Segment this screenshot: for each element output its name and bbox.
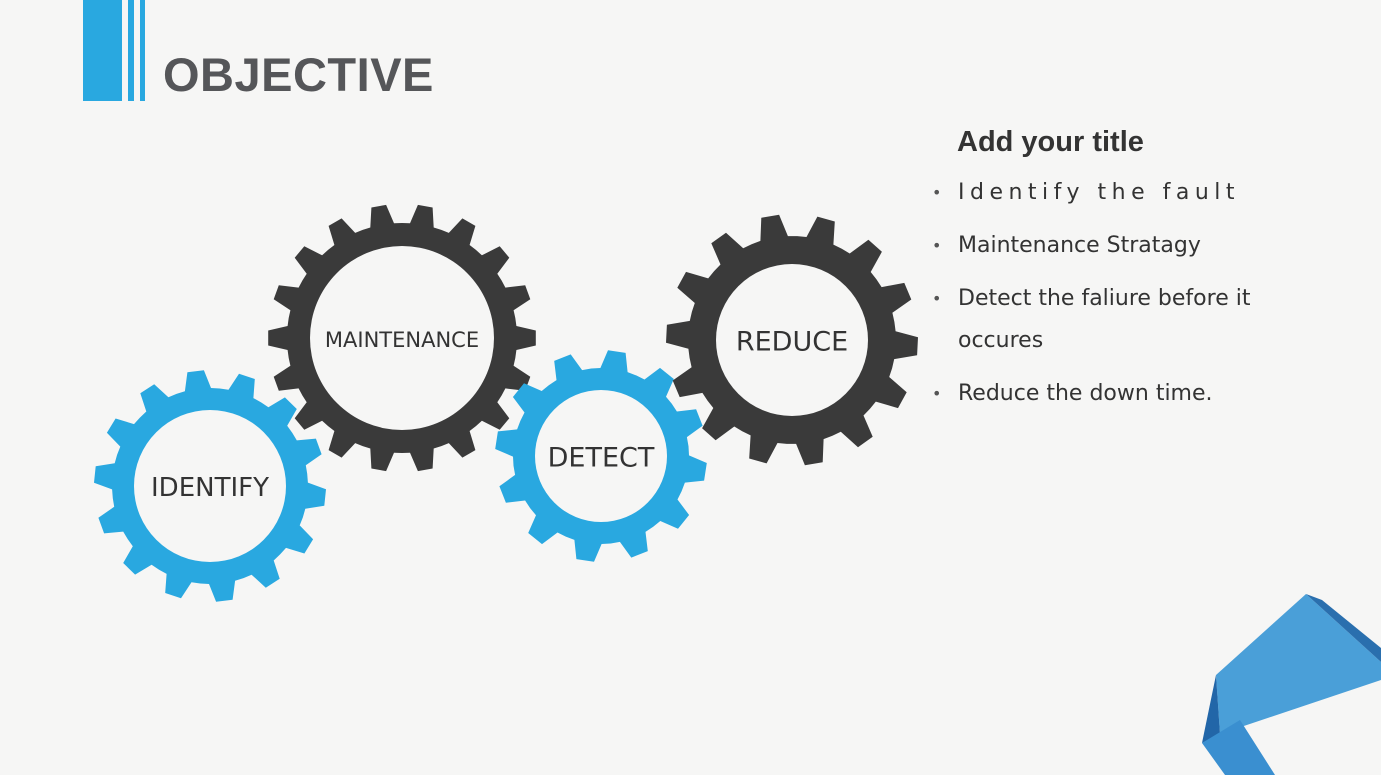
info-title: Add your title	[957, 126, 1144, 158]
bullet-dot-icon: •	[932, 183, 942, 202]
bullet-text: Detect the faliure before it occures	[958, 286, 1251, 353]
info-panel: Add your title • Identify the fault • Ma…	[930, 122, 1270, 426]
bullet-list: • Identify the fault • Maintenance Strat…	[930, 172, 1270, 415]
gear-maintenance-label: MAINTENANCE	[325, 328, 479, 352]
bullet-text: Maintenance Stratagy	[958, 233, 1201, 258]
gear-maintenance: MAINTENANCE	[268, 204, 536, 472]
bullet-dot-icon: •	[932, 384, 942, 403]
gear-identify-label: IDENTIFY	[151, 473, 269, 503]
gear-reduce: REDUCE	[666, 214, 918, 466]
gear-detect-label: DETECT	[548, 443, 655, 474]
bullet-dot-icon: •	[932, 236, 942, 255]
bullet-dot-icon: •	[932, 289, 942, 308]
gear-reduce-label: REDUCE	[736, 327, 848, 358]
slide: OBJECTIVE IDENTIFY MAINTENANCE DETECT RE…	[0, 0, 1381, 775]
bullet-item: • Detect the faliure before it occures	[930, 278, 1270, 362]
bullet-item: • Identify the fault	[930, 172, 1270, 214]
bullet-text: Reduce the down time.	[958, 381, 1213, 406]
ribbon-face-light	[1216, 594, 1381, 734]
corner-ribbon-decoration	[1202, 594, 1381, 775]
bullet-item: • Maintenance Stratagy	[930, 225, 1270, 267]
bullet-item: • Reduce the down time.	[930, 373, 1270, 415]
bullet-text: Identify the fault	[958, 180, 1241, 205]
gear-identify: IDENTIFY	[94, 370, 326, 602]
